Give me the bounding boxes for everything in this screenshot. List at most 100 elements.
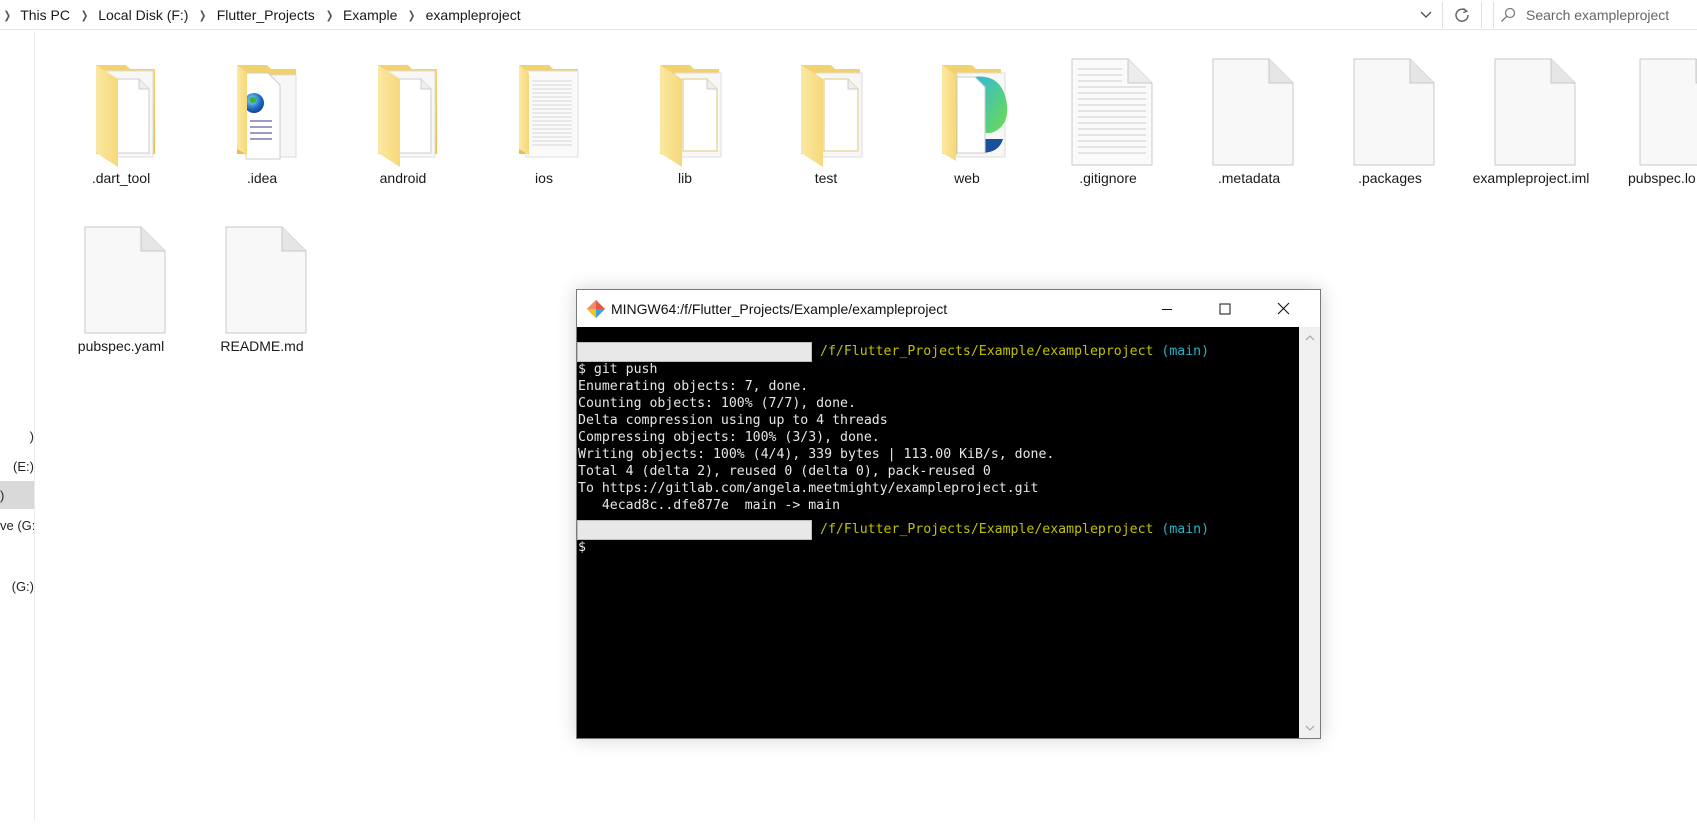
- file-item-readme[interactable]: README.md: [202, 225, 322, 356]
- search-box[interactable]: [1494, 0, 1697, 30]
- file-name: .idea: [246, 170, 278, 186]
- search-icon: [1494, 7, 1522, 23]
- redacted-user-host: [577, 341, 812, 362]
- nav-item-drive[interactable]: ): [0, 422, 34, 450]
- prompt-path: /f/Flutter_Projects/Example/exampleproje…: [820, 344, 1154, 359]
- file-item-test[interactable]: test: [766, 57, 886, 188]
- nav-item-drive-e[interactable]: (E:): [0, 452, 34, 480]
- scroll-down-icon[interactable]: [1299, 719, 1320, 736]
- address-bar: ❯ This PC ❯ Local Disk (F:) ❯ Flutter_Pr…: [0, 0, 1697, 30]
- file-name: android: [379, 170, 427, 186]
- address-history-button[interactable]: [1410, 0, 1442, 30]
- file-item-packages[interactable]: .packages: [1330, 57, 1450, 188]
- folder-icon: [96, 65, 155, 167]
- folder-text-icon: [519, 65, 579, 158]
- output-line: To https://gitlab.com/angela.meetmighty/…: [578, 481, 1039, 496]
- blank-file-icon: [1494, 58, 1576, 166]
- file-item-metadata[interactable]: .metadata: [1189, 57, 1309, 188]
- prompt-line: /f/Flutter_Projects/Example/exampleproje…: [577, 519, 1299, 540]
- blank-file-icon: [225, 226, 307, 334]
- nav-item-label: ): [29, 428, 34, 444]
- file-item-pubspec-yaml[interactable]: pubspec.yaml: [61, 225, 181, 356]
- chevron-right-icon[interactable]: ❯: [2, 9, 18, 22]
- nav-item-drive-g[interactable]: ve (G:: [0, 511, 34, 539]
- file-name: README.md: [220, 338, 304, 354]
- blank-file-icon: [1212, 58, 1294, 166]
- nav-item-label: (G:): [11, 578, 34, 594]
- folder-web-doc-icon: [237, 65, 297, 160]
- output-line: Delta compression using up to 4 threads: [578, 413, 888, 428]
- chevron-right-icon[interactable]: ❯: [191, 9, 214, 22]
- file-item-exampleproject-iml[interactable]: exampleproject.iml: [1471, 57, 1591, 188]
- terminal-scrollbar[interactable]: [1299, 327, 1320, 738]
- nav-item-label: (E:): [13, 458, 34, 474]
- maximize-icon: [1219, 303, 1231, 314]
- command-line: $ git push: [578, 362, 658, 377]
- scroll-up-icon[interactable]: [1299, 329, 1320, 346]
- folder-edge-icon: [942, 65, 1008, 161]
- terminal-window[interactable]: MINGW64:/f/Flutter_Projects/Example/exam…: [576, 289, 1321, 739]
- file-name: .packages: [1358, 170, 1422, 186]
- branch-label: (main): [1161, 522, 1210, 537]
- prompt-path: /f/Flutter_Projects/Example/exampleproje…: [820, 522, 1154, 537]
- breadcrumb-this-pc[interactable]: This PC: [20, 7, 70, 23]
- output-line: Compressing objects: 100% (3/3), done.: [578, 430, 880, 445]
- search-input[interactable]: [1522, 6, 1697, 23]
- refresh-button[interactable]: [1443, 0, 1481, 30]
- file-name: pubspec.yaml: [77, 338, 165, 354]
- file-name: .gitignore: [1079, 170, 1137, 186]
- git-bash-icon: [587, 299, 605, 318]
- chevron-down-icon: [1420, 11, 1432, 18]
- text-file-icon: [1071, 58, 1153, 166]
- maximize-button[interactable]: [1196, 290, 1254, 327]
- terminal-titlebar[interactable]: MINGW64:/f/Flutter_Projects/Example/exam…: [577, 290, 1320, 327]
- chevron-right-icon[interactable]: ❯: [400, 9, 423, 22]
- file-name: lib: [677, 170, 692, 186]
- prompt-line: /f/Flutter_Projects/Example/exampleproje…: [577, 341, 1299, 362]
- file-item-web[interactable]: web: [907, 57, 1027, 188]
- minimize-icon: [1162, 308, 1172, 310]
- minimize-button[interactable]: [1138, 290, 1196, 327]
- folder-icon: [801, 65, 863, 167]
- blank-file-icon: [84, 226, 166, 334]
- close-button[interactable]: [1254, 290, 1312, 327]
- file-item-idea[interactable]: .idea: [202, 57, 322, 188]
- nav-item-drive-selected[interactable]: ): [0, 481, 34, 509]
- file-name: .dart_tool: [91, 170, 151, 186]
- file-item-android[interactable]: android: [343, 57, 463, 188]
- breadcrumb: ❯ This PC ❯ Local Disk (F:) ❯ Flutter_Pr…: [0, 0, 521, 30]
- breadcrumb-example[interactable]: Example: [343, 7, 397, 23]
- breadcrumb-flutter-projects[interactable]: Flutter_Projects: [217, 7, 315, 23]
- output-line: 4ecad8c..dfe877e main -> main: [578, 498, 841, 513]
- file-item-pubspec-lock[interactable]: pubspec.lo: [1612, 57, 1697, 188]
- divider: [1481, 2, 1482, 28]
- output-line: Writing objects: 100% (4/4), 339 bytes |…: [578, 447, 1055, 462]
- output-line: Enumerating objects: 7, done.: [578, 379, 809, 394]
- terminal-title: MINGW64:/f/Flutter_Projects/Example/exam…: [611, 300, 948, 317]
- breadcrumb-local-disk[interactable]: Local Disk (F:): [98, 7, 188, 23]
- branch-label: (main): [1161, 344, 1210, 359]
- file-item-gitignore[interactable]: .gitignore: [1048, 57, 1168, 188]
- breadcrumb-exampleproject[interactable]: exampleproject: [426, 7, 521, 23]
- file-item-ios[interactable]: ios: [484, 57, 604, 188]
- file-item-lib[interactable]: lib: [625, 57, 745, 188]
- chevron-right-icon[interactable]: ❯: [73, 9, 96, 22]
- nav-item-label: ve (G:: [0, 517, 34, 533]
- redacted-user-host: [577, 519, 812, 540]
- nav-item-drive-g2[interactable]: (G:): [0, 572, 34, 600]
- blank-file-icon: [1639, 58, 1697, 166]
- cursor-prompt[interactable]: $: [577, 539, 1299, 556]
- chevron-right-icon[interactable]: ❯: [318, 9, 341, 22]
- output-line: Total 4 (delta 2), reused 0 (delta 0), p…: [578, 464, 991, 479]
- file-name: test: [814, 170, 838, 186]
- prompt-branch: (main): [1153, 521, 1209, 538]
- folder-icon: [378, 65, 437, 167]
- folder-icon: [660, 65, 722, 167]
- file-name: pubspec.lo: [1628, 170, 1696, 186]
- file-name: exampleproject.iml: [1472, 170, 1590, 186]
- blank-file-icon: [1353, 58, 1435, 166]
- file-item-dart-tool[interactable]: .dart_tool: [61, 57, 181, 188]
- nav-item-label: ): [0, 487, 5, 503]
- terminal-output[interactable]: /f/Flutter_Projects/Example/exampleproje…: [577, 327, 1299, 738]
- prompt-branch: (main): [1153, 343, 1209, 360]
